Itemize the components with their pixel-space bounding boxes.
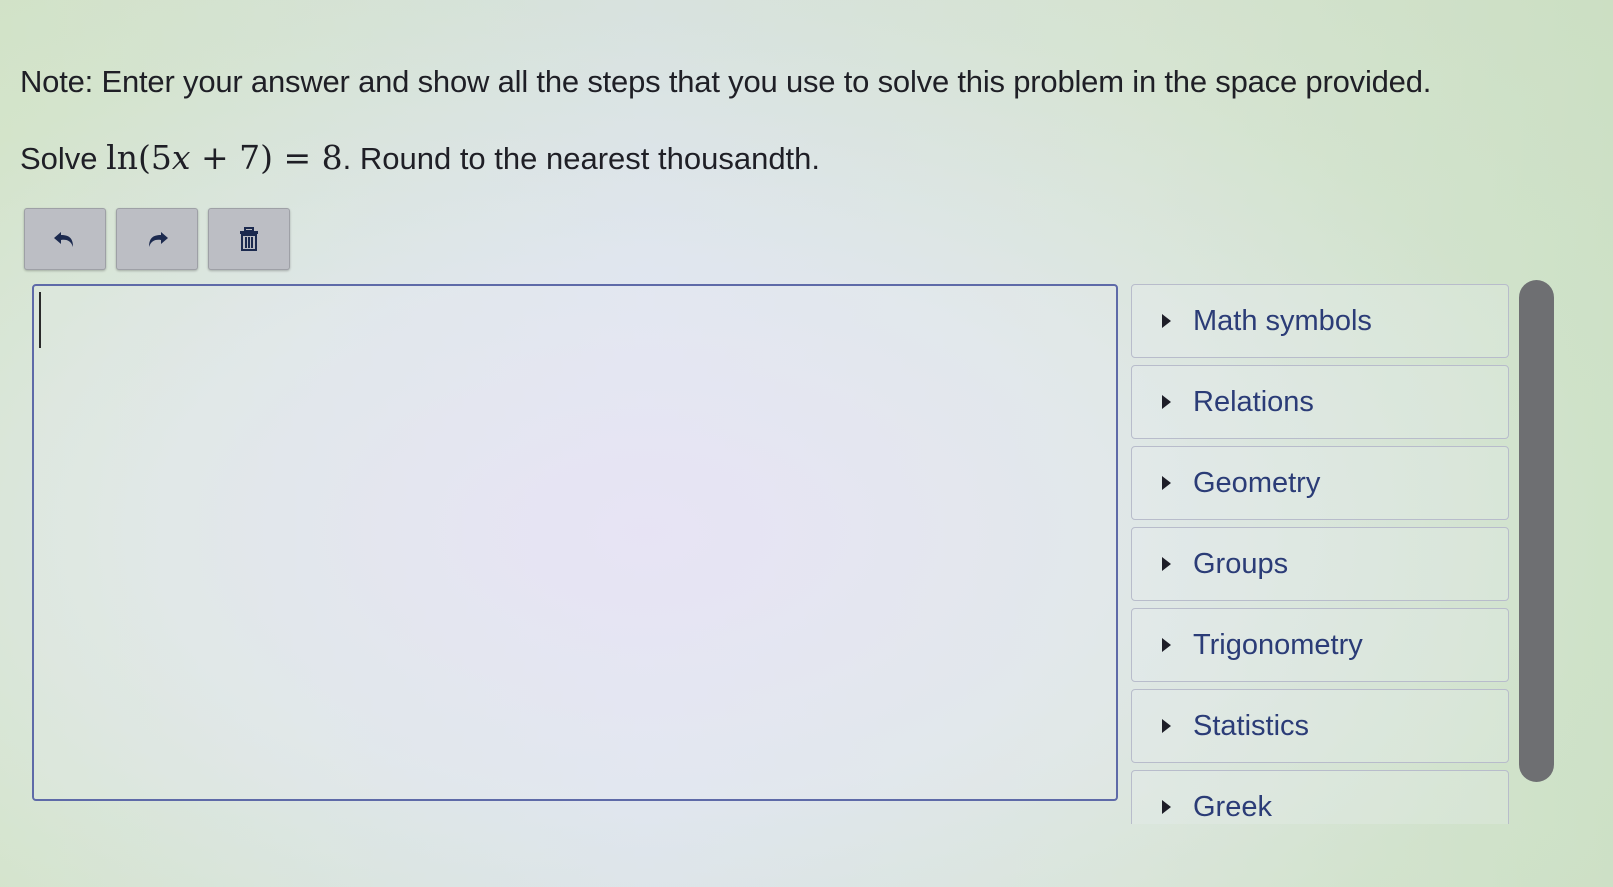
undo-button[interactable]: [24, 208, 106, 270]
redo-button[interactable]: [116, 208, 198, 270]
caret-right-icon: [1162, 557, 1171, 571]
caret-right-icon: [1162, 476, 1171, 490]
palette-groups[interactable]: Groups: [1131, 527, 1509, 601]
answer-editor[interactable]: [32, 284, 1118, 801]
problem-equation: ln(5x + 7) = 8: [106, 138, 343, 177]
palette-scrollbar[interactable]: [1519, 280, 1554, 782]
caret-right-icon: [1162, 638, 1171, 652]
palette-statistics[interactable]: Statistics: [1131, 689, 1509, 763]
palette-item-label: Statistics: [1193, 709, 1310, 742]
palette-item-label: Greek: [1193, 790, 1272, 823]
text-caret: [39, 292, 41, 348]
clear-button[interactable]: [208, 208, 290, 270]
palette-math-symbols[interactable]: Math symbols: [1131, 284, 1509, 358]
palette-relations[interactable]: Relations: [1131, 365, 1509, 439]
problem-statement: Solve ln(5x + 7) = 8. Round to the neare…: [20, 138, 820, 177]
redo-icon: [149, 232, 168, 247]
caret-right-icon: [1162, 800, 1171, 814]
undo-icon: [54, 232, 73, 247]
palette-trigonometry[interactable]: Trigonometry: [1131, 608, 1509, 682]
editor-toolbar: [24, 208, 290, 270]
palette-item-label: Trigonometry: [1193, 628, 1363, 661]
caret-right-icon: [1162, 395, 1171, 409]
trash-icon: [240, 227, 258, 251]
caret-right-icon: [1162, 719, 1171, 733]
palette-item-label: Math symbols: [1193, 304, 1372, 337]
palette-item-label: Geometry: [1193, 466, 1321, 499]
instruction-note: Note: Enter your answer and show all the…: [20, 64, 1432, 99]
caret-right-icon: [1162, 314, 1171, 328]
problem-suffix: . Round to the nearest thousandth.: [342, 141, 821, 176]
palette-item-label: Groups: [1193, 547, 1289, 580]
palette-geometry[interactable]: Geometry: [1131, 446, 1509, 520]
problem-prefix: Solve: [20, 141, 98, 176]
palette-item-label: Relations: [1193, 385, 1314, 418]
palette-greek[interactable]: Greek: [1131, 770, 1509, 824]
symbol-palette: Math symbols Relations Geometry Groups T…: [1131, 284, 1509, 824]
